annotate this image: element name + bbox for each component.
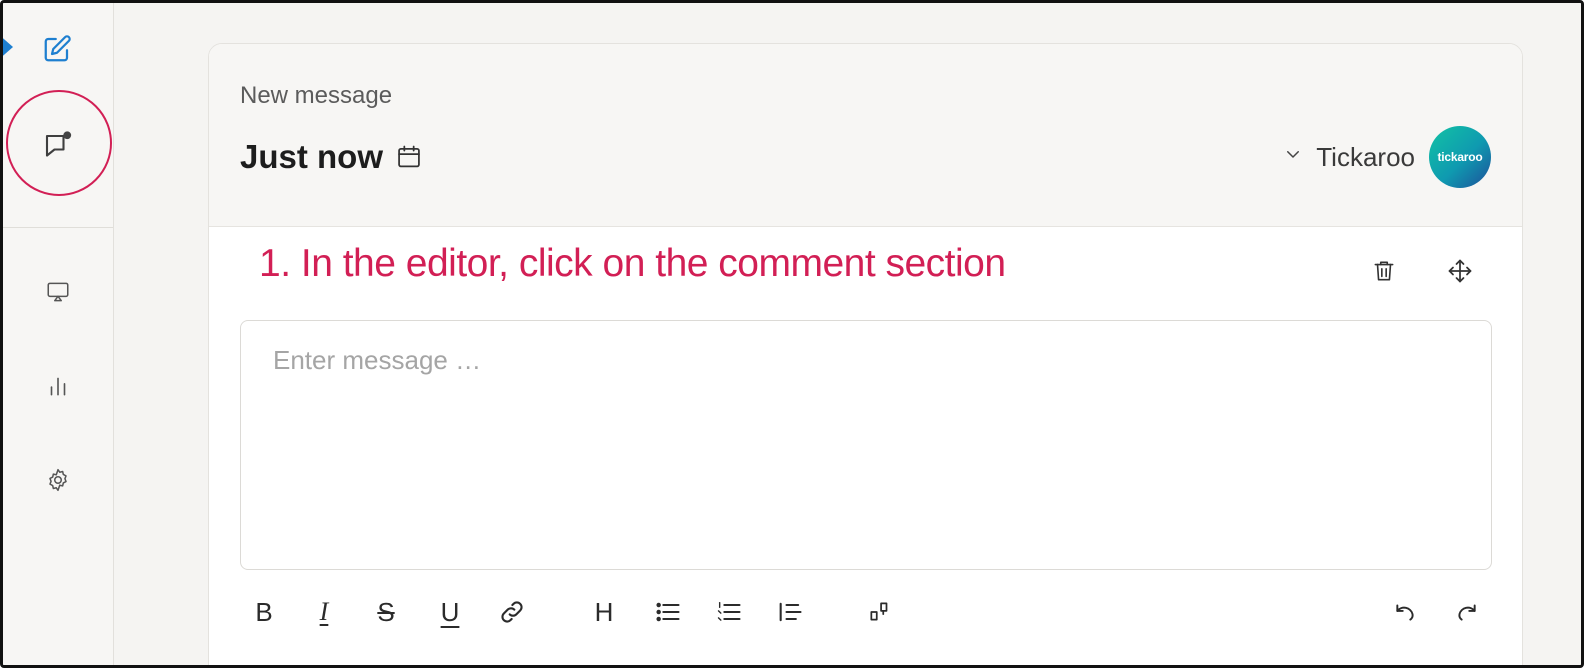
instruction-annotation: 1. In the editor, click on the comment s… [259, 242, 1006, 285]
underline-icon: U [440, 596, 460, 627]
quote-block-icon [870, 602, 888, 621]
editor-toolbar: B I S U H [209, 592, 1522, 632]
time-label: Just now [240, 138, 384, 175]
time-selector[interactable]: Just now [240, 138, 423, 176]
comment-icon[interactable] [39, 125, 79, 165]
sidebar [3, 3, 114, 665]
avatar: tickaroo [1429, 126, 1491, 188]
calendar-icon[interactable] [395, 143, 423, 171]
trash-icon[interactable] [1369, 254, 1399, 288]
blockquote-icon [779, 602, 802, 622]
redo-icon [1458, 604, 1476, 621]
link-icon [501, 601, 523, 623]
app-window: New message Just now Tickaroo tickaroo 1… [0, 0, 1584, 668]
settings-gear-icon[interactable] [43, 465, 73, 495]
message-editor[interactable]: Enter message … [240, 320, 1492, 570]
undo-icon [1396, 604, 1414, 621]
avatar-logo-text: tickaroo [1437, 150, 1483, 164]
bar-chart-icon[interactable] [43, 371, 73, 401]
cast-icon[interactable] [43, 277, 73, 307]
bold-button[interactable]: B [249, 592, 279, 632]
link-button[interactable] [495, 592, 529, 632]
message-card: New message Just now Tickaroo tickaroo 1… [208, 43, 1523, 665]
quote-block-button[interactable] [863, 592, 897, 632]
message-header: New message Just now Tickaroo tickaroo [209, 44, 1522, 227]
underline-button[interactable]: U [435, 592, 465, 632]
undo-button[interactable] [1389, 592, 1423, 632]
bullet-list-icon [656, 602, 680, 622]
strikethrough-icon: S [377, 596, 395, 627]
author-selector[interactable]: Tickaroo tickaroo [1284, 126, 1491, 188]
editor-placeholder: Enter message … [273, 345, 482, 375]
redo-button[interactable] [1449, 592, 1483, 632]
bold-icon: B [255, 596, 273, 627]
bullet-list-button[interactable] [651, 592, 685, 632]
numbered-list-button[interactable] [712, 592, 746, 632]
blockquote-button[interactable] [773, 592, 807, 632]
strikethrough-button[interactable]: S [371, 592, 401, 632]
chevron-down-icon[interactable] [1284, 145, 1302, 169]
new-message-label: New message [240, 82, 393, 109]
italic-button[interactable]: I [309, 592, 339, 632]
heading-icon: H [594, 596, 614, 627]
active-nav-marker [3, 33, 13, 61]
numbered-list-icon [717, 601, 741, 621]
sidebar-divider [3, 227, 113, 228]
heading-button[interactable]: H [589, 592, 619, 632]
move-icon[interactable] [1443, 254, 1477, 288]
author-name: Tickaroo [1316, 141, 1415, 172]
edit-icon[interactable] [39, 31, 75, 67]
main-area: New message Just now Tickaroo tickaroo 1… [114, 3, 1581, 665]
italic-icon: I [319, 597, 329, 626]
